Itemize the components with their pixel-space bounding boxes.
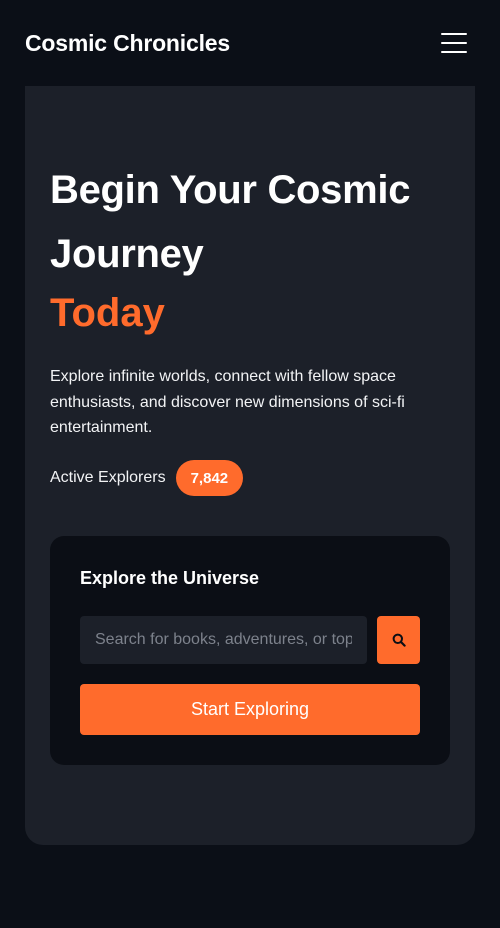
hero-title: Begin Your Cosmic Journey bbox=[50, 168, 411, 276]
top-bar: Cosmic Chronicles bbox=[0, 0, 500, 86]
search-input[interactable] bbox=[80, 616, 367, 664]
menu-line bbox=[441, 51, 467, 53]
stats-label: Active Explorers bbox=[50, 469, 166, 486]
menu-line bbox=[441, 33, 467, 35]
start-exploring-button[interactable]: Start Exploring bbox=[80, 684, 420, 735]
hero-card: Begin Your Cosmic Journey Today Explore … bbox=[25, 86, 475, 845]
brand-title[interactable]: Cosmic Chronicles bbox=[25, 30, 230, 57]
hero-accent-word: Today bbox=[50, 291, 165, 335]
active-explorers-stat: Active Explorers 7,842 bbox=[50, 460, 244, 496]
explore-panel: Explore the Universe Start Exploring bbox=[50, 536, 450, 765]
search-icon bbox=[392, 633, 406, 647]
stats-count-badge: 7,842 bbox=[175, 460, 244, 496]
menu-line bbox=[441, 42, 467, 44]
hero-description: Explore infinite worlds, connect with fe… bbox=[50, 368, 405, 436]
search-button[interactable] bbox=[377, 616, 420, 664]
hamburger-menu-icon[interactable] bbox=[441, 33, 467, 53]
explore-title: Explore the Universe bbox=[80, 568, 260, 588]
